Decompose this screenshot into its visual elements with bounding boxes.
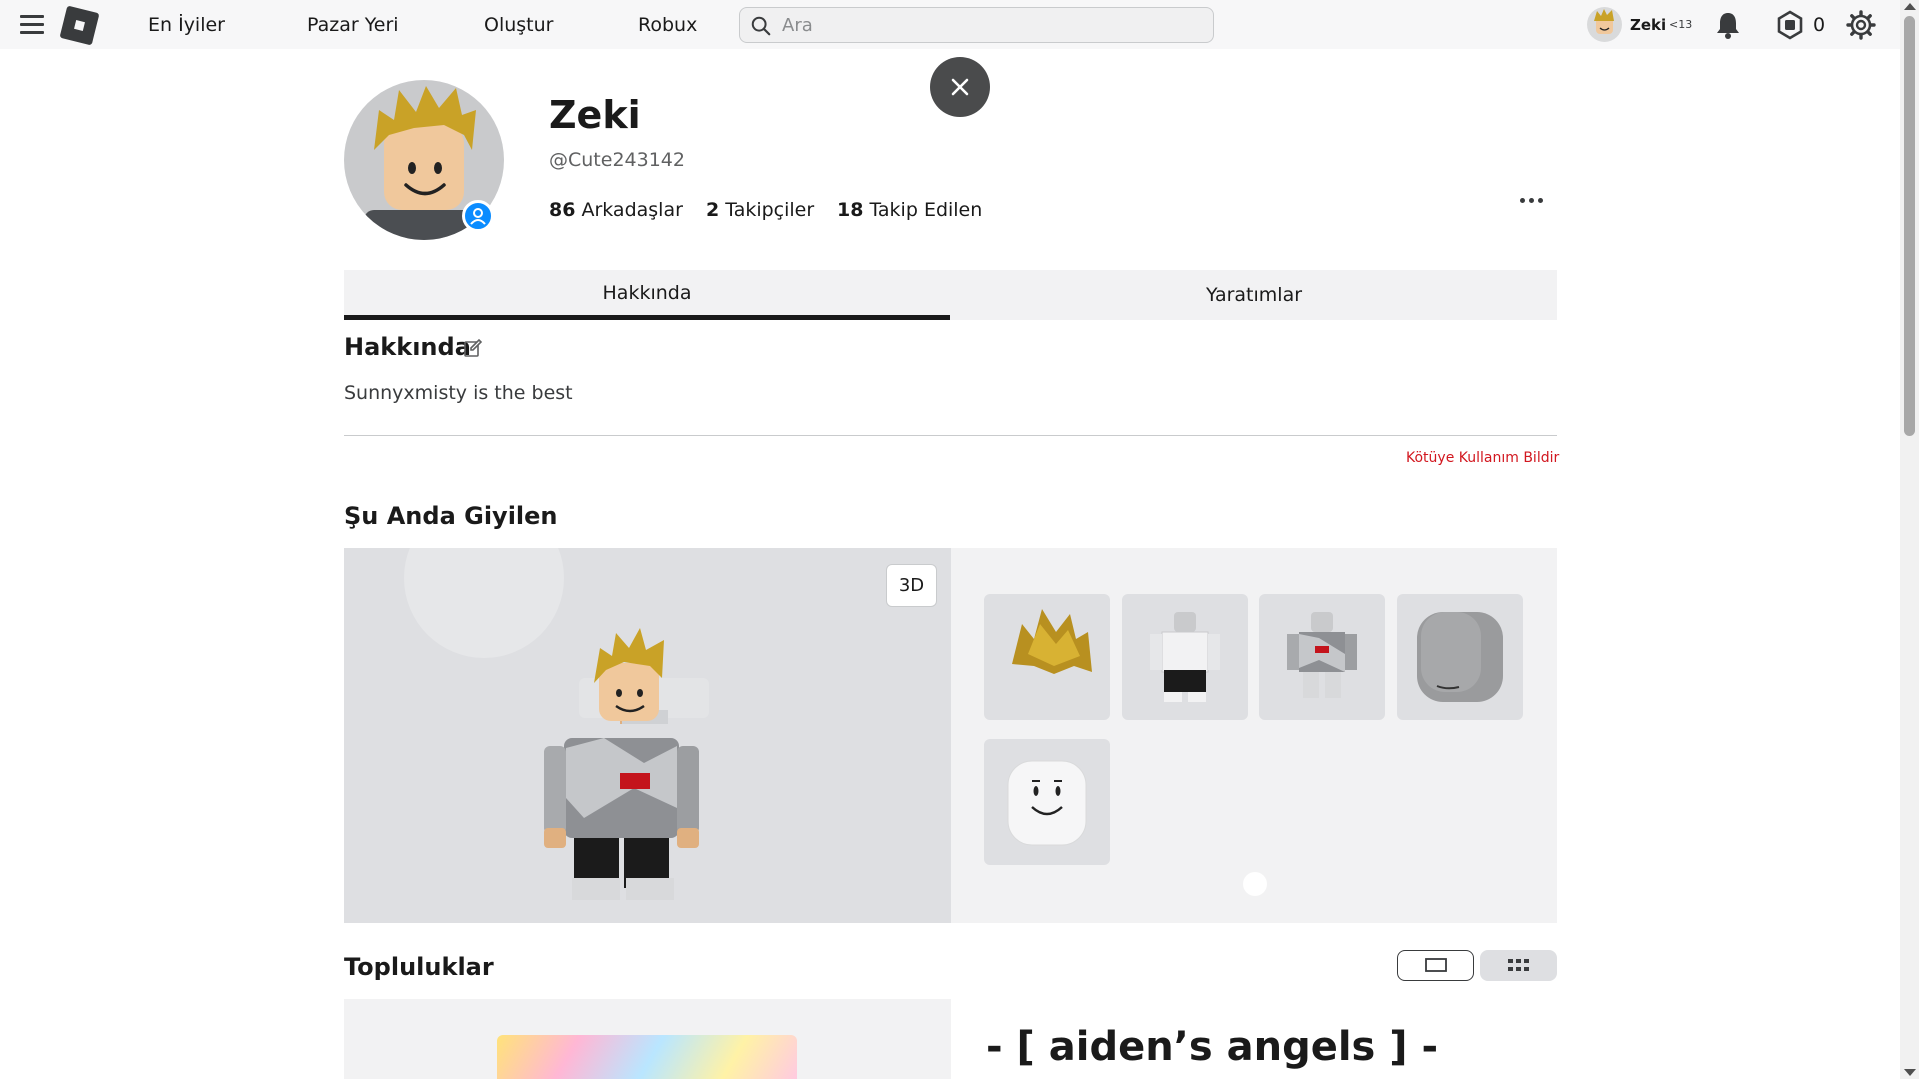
robux-balance[interactable]: 0 [1813, 14, 1825, 36]
group-thumbnail[interactable] [497, 1035, 797, 1079]
group-thumbnail-area [344, 999, 951, 1079]
grid-view-icon [1508, 959, 1529, 971]
search-icon [751, 16, 771, 36]
age-badge: <13 [1669, 18, 1693, 31]
followers-count: 2 [706, 199, 720, 221]
single-view-icon [1425, 958, 1447, 972]
following-count: 18 [837, 199, 864, 221]
roblox-logo[interactable] [59, 5, 100, 46]
head-item[interactable] [1397, 594, 1523, 720]
close-button[interactable] [930, 57, 990, 117]
scroll-up-arrow-icon[interactable] [1904, 3, 1916, 10]
scroll-thumb[interactable] [1904, 16, 1915, 436]
notifications-bell-icon[interactable] [1714, 10, 1742, 40]
friends-count: 86 [549, 199, 576, 221]
followers-label: Takipçiler [725, 199, 815, 221]
profile-display-name: Zeki [549, 93, 641, 137]
about-description: Sunnyxmisty is the best [344, 382, 573, 404]
nav-link-marketplace[interactable]: Pazar Yeri [307, 14, 399, 36]
nav-link-charts[interactable]: En İyiler [148, 14, 225, 36]
groups-title: Topluluklar [344, 953, 494, 981]
friends-stat[interactable]: 86 Arkadaşlar [549, 199, 683, 221]
shirt-item[interactable] [1122, 594, 1248, 720]
page-scrollbar[interactable] [1900, 0, 1919, 1079]
view-3d-button[interactable]: 3D [886, 564, 937, 607]
profile-tabs: Hakkında Yaratımlar [344, 270, 1557, 320]
wearing-items-panel [951, 548, 1557, 923]
followers-stat[interactable]: 2 Takipçiler [706, 199, 814, 221]
group-name[interactable]: - [ aiden’s angels ] - [986, 1024, 1438, 1070]
scroll-down-arrow-icon[interactable] [1904, 1069, 1916, 1076]
grid-view-toggle[interactable] [1480, 950, 1557, 981]
friends-label: Arkadaşlar [581, 199, 683, 221]
profile-username: @Cute243142 [549, 149, 685, 171]
search-box[interactable] [739, 7, 1214, 43]
avatar-viewer[interactable] [344, 548, 951, 923]
following-stat[interactable]: 18 Takip Edilen [837, 199, 982, 221]
hoodie-item[interactable] [1259, 594, 1385, 720]
hamburger-menu-icon[interactable] [20, 15, 44, 34]
hair-item[interactable] [984, 594, 1110, 720]
single-view-toggle[interactable] [1397, 950, 1474, 981]
report-abuse-link[interactable]: Kötüye Kullanım Bildir [1406, 450, 1559, 466]
online-status-badge-icon [462, 200, 494, 232]
nav-link-create[interactable]: Oluştur [484, 14, 553, 36]
about-title: Hakkında [344, 333, 471, 361]
search-input[interactable] [782, 14, 1182, 36]
close-icon [951, 78, 969, 96]
top-nav-bar: En İyiler Pazar Yeri Oluştur Robux Zeki … [0, 0, 1900, 49]
face-item[interactable] [984, 739, 1110, 865]
more-options-icon[interactable] [1520, 190, 1544, 210]
settings-gear-icon[interactable] [1845, 9, 1877, 41]
wearing-title: Şu Anda Giyilen [344, 502, 558, 530]
carousel-dot[interactable] [1243, 872, 1267, 896]
robux-icon[interactable] [1775, 10, 1805, 40]
nav-link-robux[interactable]: Robux [638, 14, 697, 36]
tab-about[interactable]: Hakkında [344, 270, 950, 320]
section-divider [344, 435, 1557, 436]
edit-icon[interactable] [463, 338, 483, 358]
nav-avatar[interactable] [1587, 7, 1622, 42]
nav-username[interactable]: Zeki [1630, 16, 1666, 34]
following-label: Takip Edilen [869, 199, 983, 221]
tab-creations[interactable]: Yaratımlar [951, 270, 1557, 320]
